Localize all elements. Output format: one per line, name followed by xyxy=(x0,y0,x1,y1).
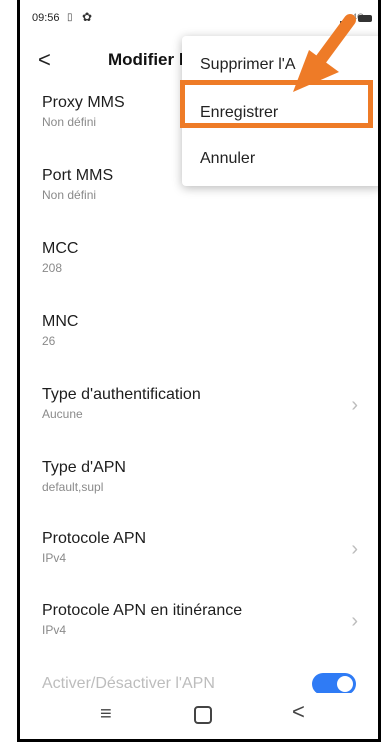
setting-value: Aucune xyxy=(42,407,83,421)
setting-value: IPv4 xyxy=(42,551,67,565)
phone-screen: 09:56 ▯ ✿ 4G < Modifier l Proxy MMS Non … xyxy=(17,0,381,742)
gear-icon: ✿ xyxy=(82,10,93,24)
back-icon[interactable]: < xyxy=(292,699,305,725)
setting-value: Non défini xyxy=(42,188,97,202)
setting-value: IPv4 xyxy=(42,623,67,637)
menu-icon[interactable]: ≡ xyxy=(100,703,112,726)
setting-title: Type d'authentification xyxy=(42,386,201,403)
setting-title: Protocole APN en itinérance xyxy=(42,602,243,619)
menu-item-delete[interactable]: Supprimer l'A xyxy=(200,56,296,74)
setting-value: default,supl xyxy=(42,480,104,494)
chevron-right-icon: › xyxy=(351,610,358,632)
setting-value: 26 xyxy=(42,334,56,348)
toggle-knob xyxy=(337,676,353,692)
page-title: Modifier l xyxy=(108,50,184,69)
setting-apn-roaming-protocol[interactable]: Protocole APN en itinérance IPv4 › xyxy=(42,602,360,652)
setting-title: MNC xyxy=(42,313,79,330)
setting-apn-type[interactable]: Type d'APN default,supl xyxy=(42,459,360,509)
setting-auth-type[interactable]: Type d'authentification Aucune › xyxy=(42,386,360,436)
chevron-right-icon: › xyxy=(351,538,358,560)
setting-mnc[interactable]: MNC 26 xyxy=(42,313,360,363)
setting-mcc[interactable]: MCC 208 xyxy=(42,240,360,290)
setting-apn-protocol[interactable]: Protocole APN IPv4 › xyxy=(42,530,360,580)
setting-value: 208 xyxy=(42,261,63,275)
system-navbar: ≡ < xyxy=(20,693,378,739)
pointer-arrow-icon xyxy=(293,14,356,92)
chevron-left-icon[interactable]: < xyxy=(38,48,51,72)
notification-icon: ▯ xyxy=(67,12,73,23)
setting-title: Type d'APN xyxy=(42,459,126,476)
status-time: 09:56 xyxy=(32,12,60,24)
chevron-right-icon: › xyxy=(351,394,358,416)
apn-toggle-switch[interactable] xyxy=(312,673,356,695)
home-icon[interactable] xyxy=(194,706,212,724)
setting-title: Protocole APN xyxy=(42,530,147,547)
menu-item-cancel[interactable]: Annuler xyxy=(200,150,255,168)
setting-title: MCC xyxy=(42,240,79,257)
